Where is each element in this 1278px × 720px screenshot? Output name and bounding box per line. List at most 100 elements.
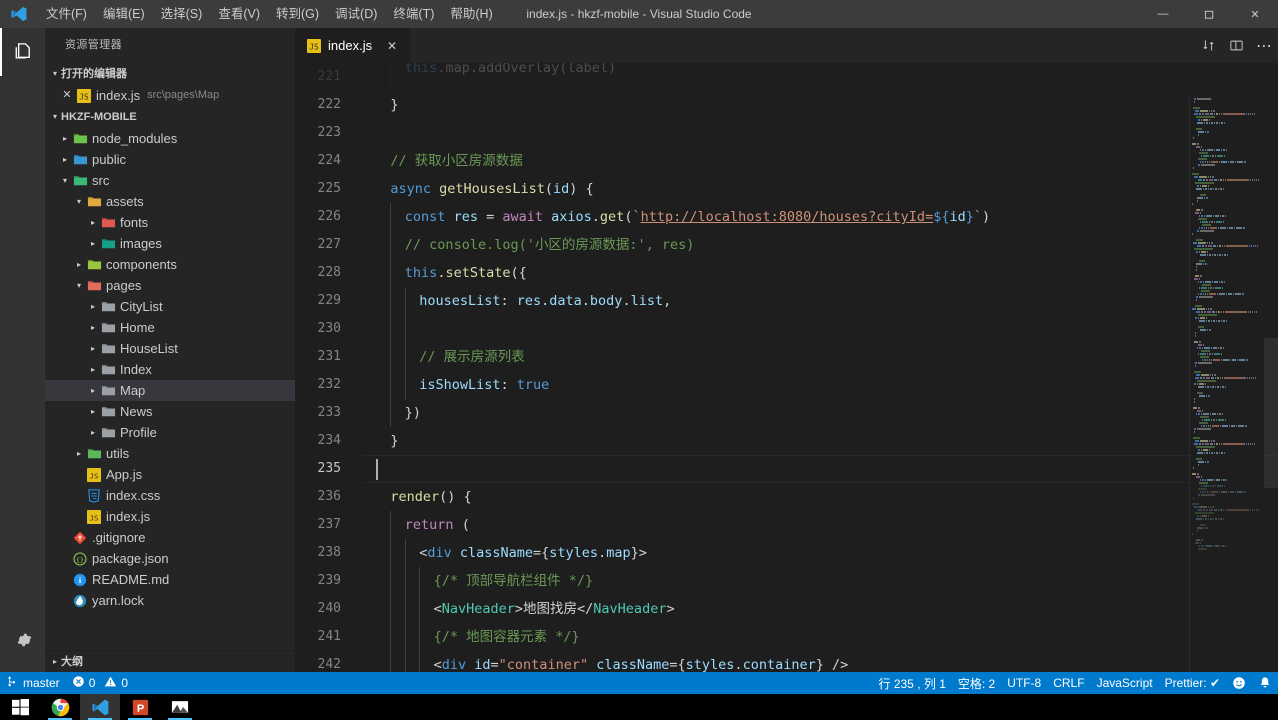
tree-item-package-json[interactable]: {} package.json <box>45 548 295 569</box>
minimap-line <box>1190 158 1264 160</box>
menu-file[interactable]: 文件(F) <box>38 0 95 28</box>
minimap-token <box>1211 242 1213 244</box>
status-formatter[interactable]: Prettier: ✔ <box>1159 672 1226 694</box>
tree-item-index-js[interactable]: JS index.js <box>45 506 295 527</box>
minimap-token <box>1196 374 1200 376</box>
taskbar-photos-icon[interactable] <box>160 694 200 720</box>
open-editors-header[interactable]: ▾ 打开的编辑器 <box>45 63 295 85</box>
code-line-227[interactable]: // console.log('小区的房源数据:', res) <box>362 231 1278 259</box>
status-notifications-bell-icon[interactable] <box>1252 672 1278 694</box>
code-lines[interactable]: this.map.addOverlay(label)} // 获取小区房源数据 as… <box>362 63 1278 672</box>
taskbar-chrome-icon[interactable] <box>40 694 80 720</box>
code-line-226[interactable]: const res = await axios.get(`http://loca… <box>362 203 1278 231</box>
code-line-242[interactable]: <div id="container" className={styles.co… <box>362 651 1278 672</box>
status-feedback-smiley-icon[interactable] <box>1226 672 1252 694</box>
status-eol[interactable]: CRLF <box>1047 672 1090 694</box>
tree-item-home[interactable]: ▸ Home <box>45 317 295 338</box>
code-line-225[interactable]: async getHousesList(id) { <box>362 175 1278 203</box>
tab-index-js[interactable]: JS index.js ✕ <box>295 28 412 63</box>
close-button[interactable]: ✕ <box>1232 0 1278 28</box>
tree-item-gitignore[interactable]: .gitignore <box>45 527 295 548</box>
minimap-token <box>1211 419 1212 421</box>
code-line-239[interactable]: {/* 顶部导航栏组件 */} <box>362 567 1278 595</box>
code-line-240[interactable]: <NavHeader>地图找房</NavHeader> <box>362 595 1278 623</box>
file-tree-list[interactable]: ▸ node_modules ▸ public ▾ src ▾ assets ▸ fonts ▸ im… <box>45 128 295 611</box>
menu-terminal[interactable]: 终端(T) <box>385 0 442 28</box>
minimap-token <box>1194 101 1195 103</box>
activity-explorer-icon[interactable] <box>0 28 45 76</box>
code-line-237[interactable]: return ( <box>362 511 1278 539</box>
minimap-token <box>1217 293 1218 295</box>
tree-item-houselist[interactable]: ▸ HouseList <box>45 338 295 359</box>
menu-debug[interactable]: 调试(D) <box>327 0 385 28</box>
tree-item-fonts[interactable]: ▸ fonts <box>45 212 295 233</box>
more-actions-icon[interactable]: ⋯ <box>1250 28 1278 63</box>
tree-item-app-js[interactable]: JS App.js <box>45 464 295 485</box>
code-line-222[interactable]: } <box>362 91 1278 119</box>
tree-item-yarn-lock[interactable]: yarn.lock <box>45 590 295 611</box>
tree-item-images[interactable]: ▸ images <box>45 233 295 254</box>
code-line-228[interactable]: this.setState({ <box>362 259 1278 287</box>
project-root-header[interactable]: ▾ HKZF-MOBILE <box>45 106 295 128</box>
maximize-button[interactable] <box>1186 0 1232 28</box>
tab-close-icon[interactable]: ✕ <box>384 39 400 53</box>
code-line-224[interactable]: // 获取小区房源数据 <box>362 147 1278 175</box>
explorer-tree[interactable]: ▾ 打开的编辑器 ✕ JS index.js src\pages\Map ▾ H… <box>45 63 295 650</box>
status-encoding[interactable]: UTF-8 <box>1001 672 1047 694</box>
status-problems[interactable]: 0 0 <box>66 672 134 694</box>
split-editor-icon[interactable] <box>1194 28 1222 63</box>
tree-item-map[interactable]: ▸ Map <box>45 380 295 401</box>
minimap-token <box>1226 293 1227 295</box>
toggle-panel-icon[interactable] <box>1222 28 1250 63</box>
activity-gear-icon[interactable] <box>0 616 45 664</box>
status-language-mode[interactable]: JavaScript <box>1091 672 1159 694</box>
code-line-229[interactable]: housesList: res.data.body.list, <box>362 287 1278 315</box>
taskbar-powerpoint-icon[interactable]: P <box>120 694 160 720</box>
status-cursor-position[interactable]: 行 235 , 列 1 <box>873 672 952 694</box>
menu-help[interactable]: 帮助(H) <box>442 0 500 28</box>
tree-item-index-css[interactable]: index.css <box>45 485 295 506</box>
tree-item-utils[interactable]: ▸ utils <box>45 443 295 464</box>
menu-edit[interactable]: 编辑(E) <box>95 0 153 28</box>
tree-item-profile[interactable]: ▸ Profile <box>45 422 295 443</box>
tree-item-node-modules[interactable]: ▸ node_modules <box>45 128 295 149</box>
code-editor[interactable]: 221 222 223 224 225 226 227 228 229 230 231 232 233 2… <box>295 63 1278 672</box>
tree-item-src[interactable]: ▾ src <box>45 170 295 191</box>
code-line-235[interactable] <box>362 455 1278 483</box>
menu-selection[interactable]: 选择(S) <box>153 0 211 28</box>
code-line-232[interactable]: isShowList: true <box>362 371 1278 399</box>
code-line-231[interactable]: // 展示房源列表 <box>362 343 1278 371</box>
editor-area: JS index.js ✕ ⋯ 221 222 223 224 225 226 … <box>295 28 1278 672</box>
code-line-241[interactable]: {/* 地图容器元素 */} <box>362 623 1278 651</box>
tree-item-pages[interactable]: ▾ pages <box>45 275 295 296</box>
code-line-238[interactable]: <div className={styles.map}> <box>362 539 1278 567</box>
minimize-button[interactable]: — <box>1140 0 1186 28</box>
menu-goto[interactable]: 转到(G) <box>268 0 327 28</box>
tree-item-assets[interactable]: ▾ assets <box>45 191 295 212</box>
code-line-233[interactable]: }) <box>362 399 1278 427</box>
editor-vertical-scrollbar[interactable] <box>1264 98 1278 672</box>
status-branch[interactable]: master <box>0 672 66 694</box>
start-button[interactable] <box>0 694 40 720</box>
code-line-221[interactable]: this.map.addOverlay(label) <box>362 63 1278 91</box>
tree-item-public[interactable]: ▸ public <box>45 149 295 170</box>
code-line-234[interactable]: } <box>362 427 1278 455</box>
tree-item-citylist[interactable]: ▸ CityList <box>45 296 295 317</box>
status-indentation[interactable]: 空格: 2 <box>952 672 1001 694</box>
tree-item-readme-md[interactable]: i README.md <box>45 569 295 590</box>
taskbar-vscode-icon[interactable] <box>80 694 120 720</box>
open-editor-item-index-js[interactable]: ✕ JS index.js src\pages\Map <box>45 85 295 106</box>
tree-item-index[interactable]: ▸ Index <box>45 359 295 380</box>
close-icon[interactable]: ✕ <box>59 85 75 106</box>
tree-item-news[interactable]: ▸ News <box>45 401 295 422</box>
outline-section-header[interactable]: ▸ 大纲 <box>45 650 295 672</box>
menu-view[interactable]: 查看(V) <box>210 0 268 28</box>
indent-guide <box>390 259 392 287</box>
tree-item-components[interactable]: ▸ components <box>45 254 295 275</box>
code-line-236[interactable]: render() { <box>362 483 1278 511</box>
code-line-223[interactable] <box>362 119 1278 147</box>
minimap[interactable] <box>1190 98 1264 672</box>
code-line-230[interactable] <box>362 315 1278 343</box>
minimap-token <box>1198 407 1200 409</box>
scrollbar-thumb[interactable] <box>1264 338 1278 488</box>
